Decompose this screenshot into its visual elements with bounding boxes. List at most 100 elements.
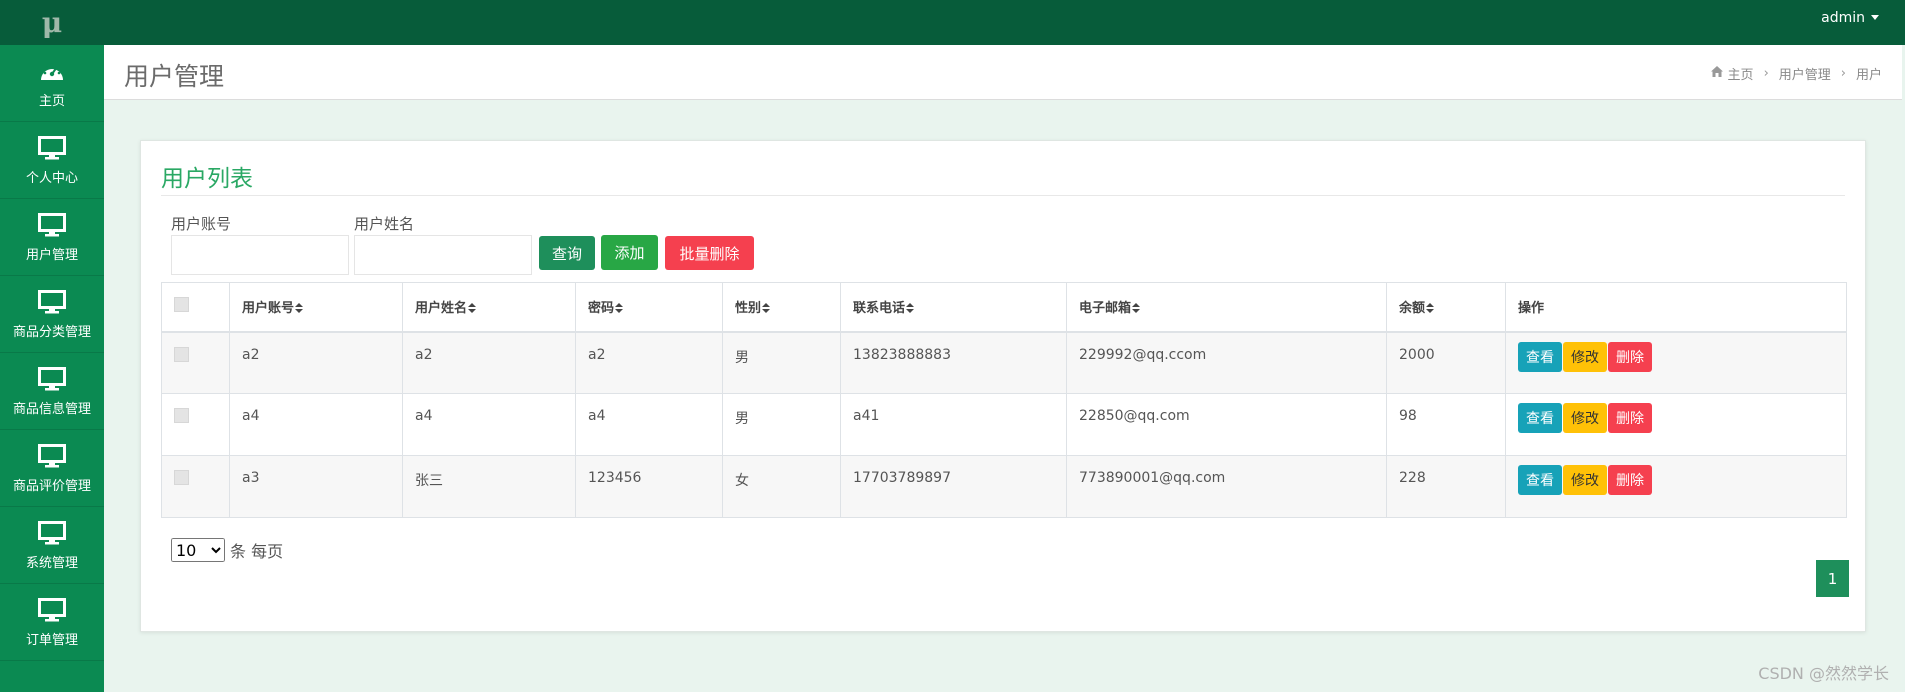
column-header-account[interactable]: 用户账号 — [229, 282, 403, 333]
breadcrumb-user-management[interactable]: 用户管理 — [1779, 64, 1831, 83]
monitor-icon — [37, 212, 67, 238]
per-page-label: 条 每页 — [230, 542, 284, 561]
column-header-balance[interactable]: 余额 — [1386, 282, 1506, 333]
select-cell — [161, 331, 230, 394]
card-title: 用户列表 — [161, 166, 253, 192]
sidebar-item-label: 系统管理 — [25, 555, 78, 571]
table-row: a4 a4 a4 男 a41 22850@qq.com 98 查看 修改 删除 — [161, 393, 1847, 456]
user-menu[interactable]: admin — [1821, 0, 1879, 35]
name-input[interactable] — [354, 235, 532, 275]
edit-button[interactable]: 修改 — [1563, 465, 1607, 495]
add-button[interactable]: 添加 — [601, 235, 658, 270]
cell-name: 张三 — [402, 455, 576, 518]
cell-balance: 228 — [1386, 455, 1506, 518]
monitor-icon — [37, 597, 67, 623]
sidebar-item-category-management[interactable]: 商品分类管理 — [0, 276, 104, 353]
page-header: 用户管理 主页 › 用户管理 › 用户 — [104, 45, 1902, 100]
monitor-icon — [37, 366, 67, 392]
sort-icon — [615, 303, 624, 314]
dashboard-icon — [37, 58, 67, 84]
table-row: a3 张三 123456 女 17703789897 773890001@qq.… — [161, 455, 1847, 518]
column-header-actions: 操作 — [1505, 282, 1847, 333]
account-label: 用户账号 — [171, 215, 232, 233]
delete-button[interactable]: 删除 — [1608, 341, 1652, 372]
sort-icon — [906, 303, 915, 314]
cell-actions: 查看 修改 删除 — [1505, 393, 1847, 456]
cell-password: 123456 — [575, 455, 723, 518]
logo: μ — [41, 6, 63, 39]
edit-button[interactable]: 修改 — [1563, 341, 1607, 372]
sort-icon — [295, 303, 304, 314]
cell-email: 22850@qq.com — [1066, 393, 1387, 456]
select-all-checkbox[interactable] — [174, 297, 189, 313]
view-button[interactable]: 查看 — [1518, 341, 1562, 372]
account-input[interactable] — [171, 235, 349, 275]
page-title: 用户管理 — [124, 62, 225, 91]
breadcrumb-home[interactable]: 主页 — [1728, 64, 1754, 83]
sidebar-item-personal-center[interactable]: 个人中心 — [0, 122, 104, 199]
sidebar-item-product-management[interactable]: 商品信息管理 — [0, 353, 104, 430]
username: admin — [1821, 9, 1865, 26]
logo-area: μ — [0, 0, 104, 45]
cell-balance: 98 — [1386, 393, 1506, 456]
watermark: CSDN @然然学长 — [1758, 664, 1889, 683]
row-checkbox[interactable] — [174, 408, 189, 423]
view-button[interactable]: 查看 — [1518, 465, 1562, 495]
cell-gender: 男 — [722, 331, 841, 394]
sidebar-item-review-management[interactable]: 商品评价管理 — [0, 430, 104, 507]
content-area: 用户列表 用户账号 用户姓名 查询 添加 批量删除 用户账号 用户姓名 密码 性… — [104, 100, 1902, 692]
delete-button[interactable]: 删除 — [1608, 465, 1652, 495]
delete-button[interactable]: 删除 — [1608, 403, 1652, 433]
select-cell — [161, 455, 230, 518]
row-checkbox[interactable] — [174, 346, 189, 362]
sidebar-item-label: 主页 — [38, 93, 65, 109]
edit-button[interactable]: 修改 — [1563, 403, 1607, 433]
sidebar-item-label: 商品信息管理 — [12, 401, 91, 417]
column-header-gender[interactable]: 性别 — [722, 282, 841, 333]
name-field: 用户姓名 — [354, 213, 532, 275]
user-table: 用户账号 用户姓名 密码 性别 联系电话 电子邮箱 余额 操作 a2 a2 a2… — [161, 282, 1847, 518]
cell-email: 773890001@qq.com — [1066, 455, 1387, 518]
sidebar-item-label: 个人中心 — [25, 170, 78, 186]
column-header-password[interactable]: 密码 — [575, 282, 723, 333]
breadcrumb-separator-icon: › — [1763, 66, 1769, 81]
sidebar-item-order-management[interactable]: 订单管理 — [0, 584, 104, 661]
sidebar-item-label: 用户管理 — [25, 247, 78, 263]
column-header-email[interactable]: 电子邮箱 — [1066, 282, 1387, 333]
cell-name: a4 — [402, 393, 576, 456]
column-header-name[interactable]: 用户姓名 — [402, 282, 576, 333]
caret-down-icon — [1871, 15, 1879, 20]
cell-phone: 17703789897 — [840, 455, 1067, 518]
sidebar-item-user-management[interactable]: 用户管理 — [0, 199, 104, 276]
query-button[interactable]: 查询 — [539, 236, 595, 270]
monitor-icon — [37, 443, 67, 469]
page-button-current[interactable]: 1 — [1816, 560, 1849, 597]
cell-email: 229992@qq.ccom — [1066, 331, 1387, 394]
sidebar-item-home[interactable]: 主页 — [0, 45, 104, 122]
table-header-row: 用户账号 用户姓名 密码 性别 联系电话 电子邮箱 余额 操作 — [161, 282, 1847, 333]
row-actions: 查看 修改 删除 — [1518, 394, 1846, 433]
batch-delete-button[interactable]: 批量删除 — [665, 236, 754, 270]
sidebar-item-label: 商品分类管理 — [12, 324, 91, 340]
cell-phone: a41 — [840, 393, 1067, 456]
cell-balance: 2000 — [1386, 331, 1506, 394]
topbar: admin — [104, 0, 1905, 45]
row-checkbox[interactable] — [174, 470, 189, 485]
cell-gender: 男 — [722, 393, 841, 456]
breadcrumb-current: 用户 — [1855, 68, 1882, 83]
cell-account: a3 — [229, 455, 403, 518]
select-cell — [161, 393, 230, 456]
breadcrumb-separator-icon: › — [1840, 66, 1846, 81]
sidebar-item-label: 商品评价管理 — [12, 478, 91, 494]
cell-phone: 13823888883 — [840, 331, 1067, 394]
column-header-phone[interactable]: 联系电话 — [840, 282, 1067, 333]
view-button[interactable]: 查看 — [1518, 403, 1562, 433]
sort-icon — [1426, 303, 1435, 314]
cell-password: a2 — [575, 331, 723, 394]
monitor-icon — [37, 135, 67, 161]
sidebar-item-system-management[interactable]: 系统管理 — [0, 507, 104, 584]
account-field: 用户账号 — [171, 213, 349, 275]
page-size-select[interactable]: 10 — [171, 538, 225, 562]
sort-icon — [468, 303, 477, 314]
cell-name: a2 — [402, 331, 576, 394]
